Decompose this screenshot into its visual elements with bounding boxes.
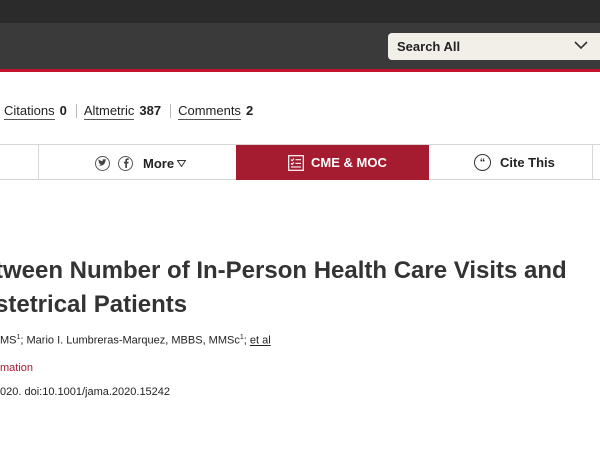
- metric-altmetric-label[interactable]: Altmetric: [83, 103, 135, 120]
- cite-this-label: Cite This: [500, 155, 555, 170]
- article-title-line1: tween Number of In-Person Health Care Vi…: [0, 257, 567, 284]
- facebook-f-glyph: [123, 158, 129, 168]
- share-group: More: [95, 153, 187, 173]
- metric-separator: [75, 104, 77, 118]
- author-list: MS1; Mario I. Lumbreras-Marquez, MBBS, M…: [0, 334, 271, 347]
- search-scope-select[interactable]: Search All: [388, 33, 600, 60]
- article-metrics: Citations 0 Altmetric 387 Comments 2: [0, 100, 253, 122]
- article-action-bar: More CME & MOC “ Cite This: [0, 144, 600, 180]
- metric-separator: [170, 104, 172, 118]
- metric-comments-label[interactable]: Comments: [178, 103, 241, 120]
- checklist-icon: [288, 154, 304, 171]
- et-al-link[interactable]: et al: [250, 335, 271, 347]
- metric-citations-label[interactable]: Citations: [4, 103, 55, 120]
- twitter-icon[interactable]: [95, 155, 110, 171]
- twitter-bird-glyph: [98, 159, 107, 166]
- cme-moc-button[interactable]: CME & MOC: [236, 145, 429, 180]
- more-share-label: More: [143, 155, 175, 171]
- quote-icon: “: [474, 154, 491, 171]
- facebook-icon[interactable]: [118, 155, 133, 171]
- metric-citations-value: 0: [59, 102, 67, 118]
- more-share-button[interactable]: More: [143, 155, 187, 171]
- search-scope-label: Search All: [397, 39, 461, 54]
- triangle-down-icon: [177, 159, 187, 167]
- action-divider: [38, 145, 39, 179]
- metric-comments[interactable]: Comments 2: [178, 103, 253, 120]
- header-divider: [0, 69, 600, 72]
- action-divider: [592, 145, 593, 179]
- cme-moc-label: CME & MOC: [311, 155, 387, 170]
- metric-comments-value: 2: [245, 102, 254, 118]
- citation-line: 020. doi:10.1001/jama.2020.15242: [0, 386, 171, 398]
- article-title: tween Number of In-Person Health Care Vi…: [0, 254, 600, 322]
- article-title-line2: stetrical Patients: [0, 291, 188, 318]
- metric-citations[interactable]: Citations 0: [0, 103, 67, 120]
- author-fragment: MS: [0, 334, 17, 347]
- cite-this-button[interactable]: “ Cite This: [474, 145, 555, 180]
- metric-altmetric-value: 387: [139, 102, 162, 118]
- article-information-link[interactable]: mation: [0, 362, 33, 374]
- top-nav-bar: [0, 0, 600, 23]
- chevron-down-icon: [574, 41, 588, 50]
- author-name: ; Mario I. Lumbreras-Marquez, MBBS, MMSc: [20, 334, 240, 347]
- metric-altmetric[interactable]: Altmetric 387: [83, 102, 162, 120]
